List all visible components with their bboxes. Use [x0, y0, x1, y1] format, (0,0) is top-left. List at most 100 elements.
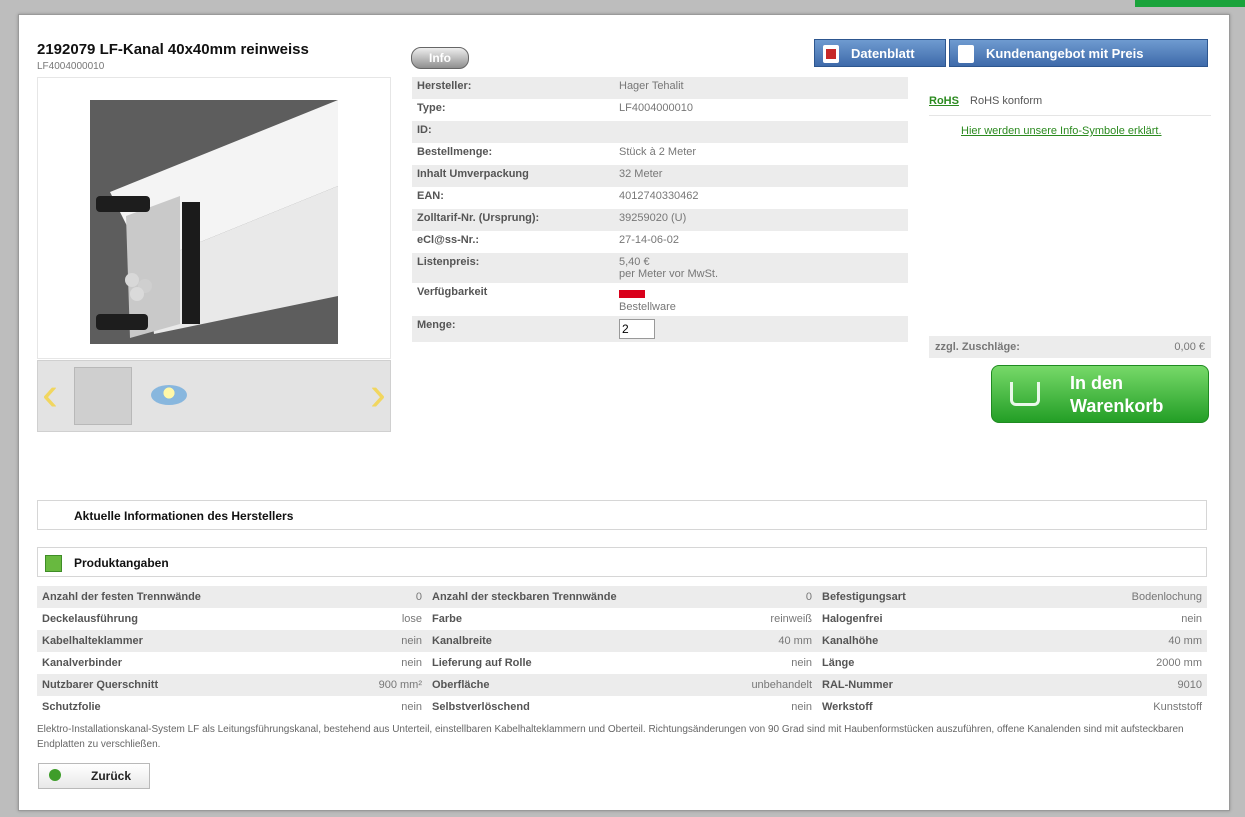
list-price-note: per Meter vor MwSt. [619, 268, 719, 280]
attribute-label: RAL-Nummer [817, 674, 1057, 696]
spec-value: LF4004000010 [619, 102, 694, 114]
list-price: 5,40 € [619, 256, 650, 268]
spec-value: 39259020 (U) [614, 209, 908, 231]
spec-value: 4012740330462 [619, 190, 699, 202]
table-row: Schutzfolie nein Selbstverlöschend nein … [37, 696, 1207, 718]
spec-row: ID: [412, 121, 908, 143]
availability-indicator [619, 290, 645, 298]
spec-row: EAN: 4012740330462 [412, 187, 908, 209]
attribute-value: Kunststoff [1153, 701, 1202, 713]
product-attributes-table: Anzahl der festen Trennwände 0 Anzahl de… [37, 586, 1207, 718]
product-article-code: LF4004000010 [37, 61, 105, 72]
spec-label: ID: [412, 121, 614, 143]
surcharges-value: 0,00 € [1174, 341, 1205, 353]
table-row: Anzahl der festen Trennwände 0 Anzahl de… [37, 586, 1207, 608]
rohs-text: RoHS konform [970, 95, 1043, 107]
manufacturer-info-section[interactable]: Aktuelle Informationen des Herstellers [37, 500, 1207, 530]
spec-value: 27-14-06-02 [619, 234, 679, 246]
attribute-value: nein [1181, 613, 1202, 625]
back-button[interactable]: Zurück [38, 763, 150, 789]
spec-value: 5,40 € per Meter vor MwSt. [614, 253, 908, 283]
attribute-label: Kanalbreite [427, 630, 727, 652]
spec-label: Bestellmenge: [417, 146, 493, 158]
attribute-value: 40 mm [1057, 630, 1207, 652]
attribute-label: Schutzfolie [42, 701, 101, 713]
attribute-label: Nutzbarer Querschnitt [37, 674, 337, 696]
attribute-value: lose [401, 613, 422, 625]
spec-row: eCl@ss-Nr.: 27-14-06-02 [412, 231, 908, 253]
info-button[interactable]: Info [411, 47, 469, 69]
thumbnail-logo-image[interactable] [151, 385, 187, 405]
attribute-label: Halogenfrei [822, 613, 883, 625]
attribute-label: Lieferung auf Rolle [432, 657, 532, 669]
back-label: Zurück [91, 769, 132, 783]
availability-text: Bestellware [619, 301, 676, 313]
spec-value: Bestellware [614, 283, 908, 316]
attribute-value: nein [791, 657, 812, 669]
attribute-label: Kanalhöhe [817, 630, 1057, 652]
info-symbols-link[interactable]: Hier werden unsere Info-Symbole erklärt. [961, 125, 1162, 137]
spec-value: Stück à 2 Meter [619, 146, 697, 158]
attribute-value: unbehandelt [727, 674, 817, 696]
attribute-value: nein [401, 657, 422, 669]
thumbnail-product-image[interactable] [74, 367, 132, 425]
product-title: 2192079 LF-Kanal 40x40mm reinweiss [37, 41, 309, 58]
attribute-label: Oberfläche [427, 674, 727, 696]
attribute-value: nein [401, 701, 422, 713]
table-row: Kanalverbinder nein Lieferung auf Rolle … [37, 652, 1207, 674]
add-to-cart-button[interactable]: In den Warenkorb [991, 365, 1209, 423]
spec-row: Bestellmenge: Stück à 2 Meter [412, 143, 908, 165]
expand-icon[interactable] [45, 555, 62, 572]
product-description: Elektro-Installationskanal-System LF als… [37, 724, 1184, 750]
top-right-accent-bar [1135, 0, 1245, 7]
attribute-value: 900 mm² [337, 674, 427, 696]
chevron-right-icon[interactable]: › [370, 371, 386, 419]
rohs-divider [929, 115, 1211, 116]
back-icon [49, 769, 61, 781]
spec-label: Zolltarif-Nr. (Ursprung): [412, 209, 614, 231]
spec-value: 32 Meter [614, 165, 908, 187]
customer-offer-button[interactable]: Kundenangebot mit Preis [949, 39, 1208, 67]
datasheet-label: Datenblatt [851, 46, 915, 61]
spec-label: eCl@ss-Nr.: [417, 234, 480, 246]
attribute-value: 0 [727, 586, 817, 608]
rohs-status: RoHS RoHS konform [929, 95, 1042, 107]
spec-label: Type: [417, 102, 446, 114]
spec-label: Verfügbarkeit [417, 286, 488, 298]
product-specs-table: Hersteller: Hager Tehalit Type: LF400400… [412, 77, 908, 342]
attribute-label: Befestigungsart [817, 586, 1057, 608]
attribute-label: Kanalverbinder [42, 657, 123, 669]
spec-row: Menge: [412, 316, 908, 342]
attribute-label: Farbe [432, 613, 462, 625]
product-details-section[interactable]: Produktangaben [37, 547, 1207, 577]
spec-label: Menge: [412, 316, 614, 342]
attribute-label: Selbstverlöschend [432, 701, 530, 713]
spec-label: Listenpreis: [412, 253, 614, 283]
spec-value: Hager Tehalit [614, 77, 908, 99]
spec-row: Type: LF4004000010 [412, 99, 908, 121]
spec-row: Listenpreis: 5,40 € per Meter vor MwSt. [412, 253, 908, 283]
table-row: Nutzbarer Querschnitt 900 mm² Oberfläche… [37, 674, 1207, 696]
quantity-input[interactable] [619, 319, 655, 339]
spec-row: Inhalt Umverpackung 32 Meter [412, 165, 908, 187]
rohs-badge[interactable]: RoHS [929, 95, 959, 107]
spec-row: Verfügbarkeit Bestellware [412, 283, 908, 316]
spec-row: Hersteller: Hager Tehalit [412, 77, 908, 99]
spec-label: Hersteller: [412, 77, 614, 99]
attribute-value: Bodenlochung [1057, 586, 1207, 608]
chevron-left-icon[interactable]: ‹ [42, 371, 58, 419]
attribute-value: 2000 mm [1156, 657, 1202, 669]
spec-row: Zolltarif-Nr. (Ursprung): 39259020 (U) [412, 209, 908, 231]
table-row: Deckelausführung lose Farbe reinweiß Hal… [37, 608, 1207, 630]
manufacturer-info-title: Aktuelle Informationen des Herstellers [74, 509, 294, 523]
attribute-value: 9010 [1057, 674, 1207, 696]
pdf-icon [823, 45, 839, 63]
spec-label: EAN: [417, 190, 444, 202]
attribute-value: 0 [337, 586, 427, 608]
attribute-label: Anzahl der festen Trennwände [37, 586, 337, 608]
datasheet-button[interactable]: Datenblatt [814, 39, 946, 67]
spec-value [614, 316, 908, 342]
cart-icon [1010, 382, 1040, 406]
image-thumbnail-strip: ‹ › [37, 360, 391, 432]
attribute-label: Anzahl der steckbaren Trennwände [427, 586, 727, 608]
